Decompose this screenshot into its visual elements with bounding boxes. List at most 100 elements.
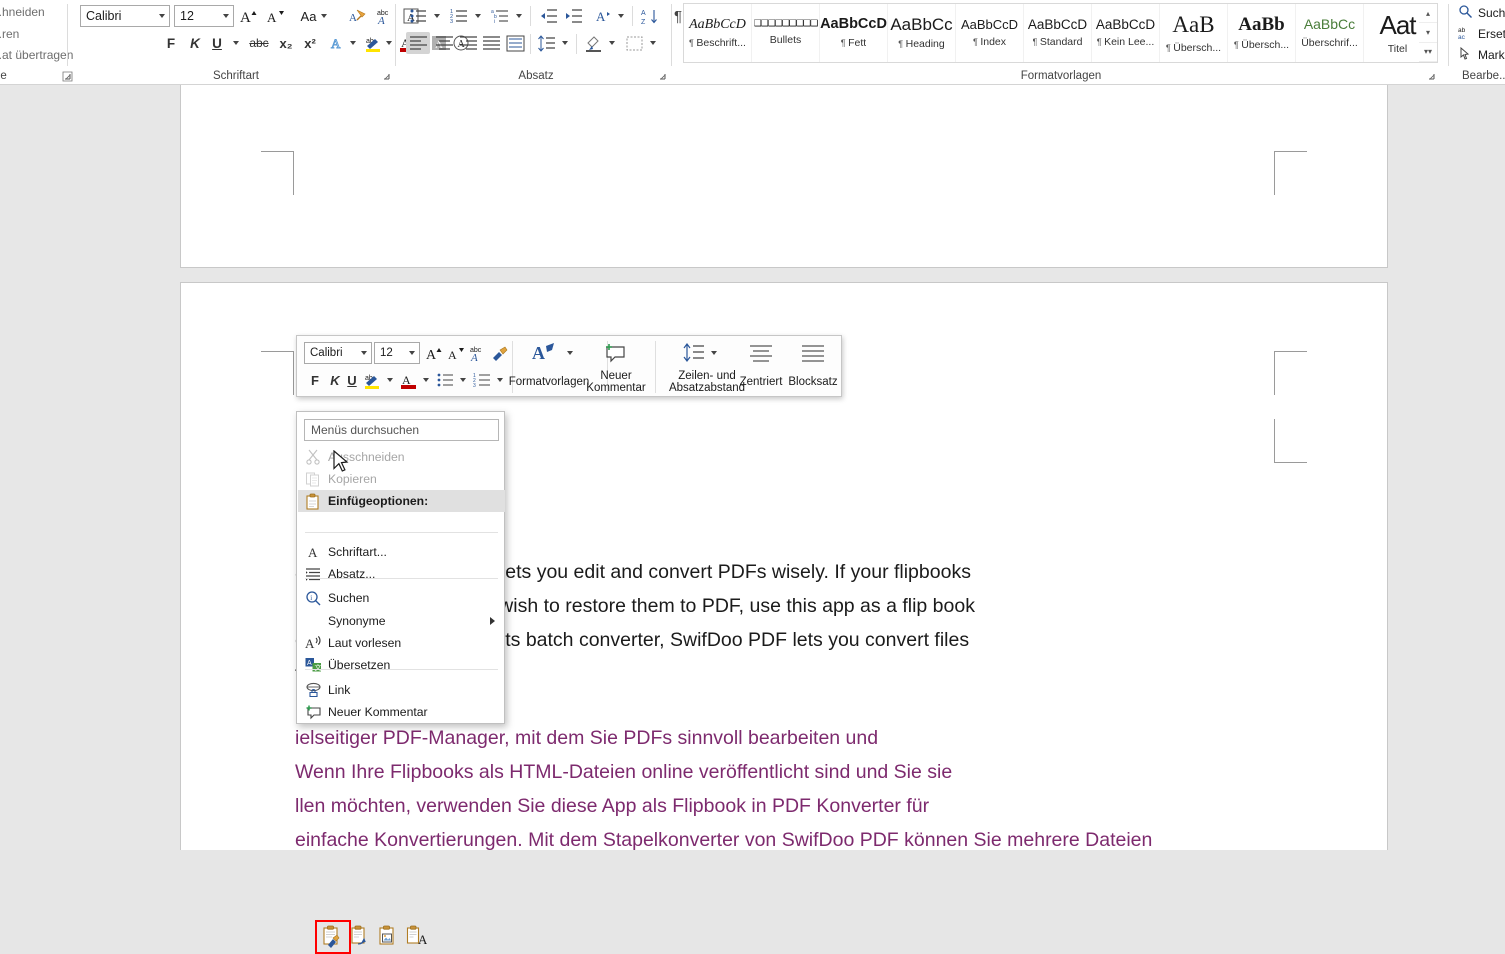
text-highlight-button[interactable]: ab [362, 32, 384, 54]
paste-keep-formatting-icon[interactable] [318, 922, 346, 952]
mini-formatting-toolbar[interactable]: Calibri 12 A A abc A F K U ab A 123 A Fo… [296, 335, 842, 397]
context-menu-item[interactable]: Einfügeoptionen: [298, 490, 505, 512]
shading-button[interactable] [581, 32, 605, 54]
distribute-button[interactable] [503, 32, 527, 54]
font-name-combo[interactable]: Calibri [80, 5, 170, 27]
document-canvas[interactable]: atile PDF manager that lets you edit and… [0, 85, 1505, 850]
mini-underline-button[interactable]: U [343, 369, 361, 391]
grow-font-button[interactable]: A [238, 4, 262, 28]
read-aloud-icon: A [298, 635, 328, 651]
context-menu-item[interactable]: Neuer Kommentar [298, 701, 505, 723]
mini-grow-font-button[interactable]: A [424, 341, 446, 365]
chevron-down-icon [475, 14, 481, 18]
context-menu-item[interactable]: i Suchen [298, 587, 505, 609]
increase-indent-button[interactable] [561, 4, 585, 28]
mini-highlight-button[interactable]: ab [361, 369, 383, 391]
spelling-a-button[interactable]: abc A [373, 4, 397, 28]
bold-button[interactable]: F [160, 32, 182, 54]
decrease-indent-button[interactable] [536, 4, 560, 28]
mini-format-painter-button[interactable] [488, 341, 510, 365]
mini-new-comment-button[interactable] [600, 340, 632, 366]
context-menu-item[interactable]: A文Übersetzen [298, 654, 505, 676]
borders-dropdown[interactable] [646, 32, 660, 54]
mini-spelling-button[interactable]: abc A [466, 341, 488, 365]
mini-highlight-dropdown[interactable] [383, 369, 396, 391]
mini-line-spacing-button[interactable] [679, 340, 709, 366]
find-button[interactable]: Suche... [1458, 4, 1505, 22]
text-effects-dropdown[interactable] [346, 32, 360, 54]
multilevel-list-button[interactable]: abi [488, 4, 512, 28]
change-case-label: Aa [300, 8, 317, 24]
bullet-list-dropdown[interactable] [430, 4, 444, 28]
font-size-combo[interactable]: 12 [174, 5, 234, 27]
replace-icon: ab ac [1458, 25, 1473, 43]
replace-button[interactable]: abac Ersetze... [1458, 25, 1505, 43]
styles-dialog-launcher[interactable] [1426, 71, 1437, 82]
align-right-button[interactable] [456, 32, 480, 54]
mini-font-name-combo[interactable]: Calibri [304, 342, 372, 364]
context-menu-item[interactable]: A Laut vorlesen [298, 632, 505, 654]
context-menu-item[interactable]: A Schriftart... [298, 541, 505, 563]
highlight-dropdown[interactable] [382, 32, 396, 54]
paste-merge-formatting-icon[interactable] [346, 922, 374, 952]
mini-italic-button[interactable]: K [326, 369, 344, 391]
rtl-dropdown[interactable] [614, 4, 628, 28]
mini-line-spacing-dropdown[interactable] [707, 344, 720, 362]
mini-font-color-button[interactable]: A [397, 369, 419, 391]
document-paragraph-german[interactable]: ielseitiger PDF-Manager, mit dem Sie PDF… [295, 721, 1305, 850]
justify-button[interactable] [479, 32, 503, 54]
numbered-list-button[interactable]: 123 [447, 4, 471, 28]
document-page-1[interactable] [181, 85, 1387, 267]
chevron-down-icon [321, 14, 328, 18]
copy-label[interactable]: ...ren [0, 27, 19, 41]
clear-formatting-button[interactable]: A [347, 4, 371, 28]
format-painter-label[interactable]: ...at übertragen [0, 48, 73, 62]
context-menu-item[interactable]: Absatz... [298, 563, 505, 585]
cut-label[interactable]: ...hneiden [0, 5, 45, 19]
select-button[interactable]: Marki... [1458, 46, 1505, 64]
multilevel-list-dropdown[interactable] [512, 4, 526, 28]
mini-bullet-list-button[interactable] [434, 369, 456, 391]
superscript-button[interactable]: x² [298, 32, 322, 54]
mini-font-size-combo[interactable]: 12 [374, 342, 420, 364]
mini-styles-button[interactable]: A [525, 340, 565, 366]
shading-dropdown[interactable] [605, 32, 619, 54]
shrink-font-button[interactable]: A [264, 4, 288, 28]
mini-font-color-dropdown[interactable] [419, 369, 432, 391]
underline-dropdown[interactable] [228, 32, 244, 54]
mini-styles-dropdown[interactable] [563, 344, 576, 362]
align-center-button[interactable] [432, 32, 456, 54]
italic-button[interactable]: K [184, 32, 206, 54]
editing-group-label: Bearbe... [1462, 70, 1505, 82]
underline-button[interactable]: U [207, 32, 227, 54]
numbered-list-dropdown[interactable] [471, 4, 485, 28]
rtl-ltr-button[interactable]: A [590, 4, 614, 28]
paste-picture-icon[interactable] [374, 922, 402, 952]
clipboard-dialog-launcher[interactable] [62, 71, 73, 82]
context-menu-item[interactable]: Link [298, 679, 505, 701]
change-case-button[interactable]: Aa [294, 4, 334, 28]
mini-center-button[interactable] [747, 341, 775, 365]
mini-shrink-font-button[interactable]: A [445, 341, 467, 365]
line-spacing-dropdown[interactable] [558, 32, 572, 54]
subscript-button[interactable]: x₂ [274, 32, 298, 54]
mini-numbered-list-button[interactable]: 123 [471, 369, 493, 391]
context-menu-item[interactable]: Synonyme [298, 610, 505, 632]
mini-bullet-dropdown[interactable] [456, 369, 469, 391]
align-left-button[interactable] [406, 32, 430, 54]
font-dialog-launcher[interactable] [381, 71, 392, 82]
sort-button[interactable]: AZ [637, 4, 661, 28]
context-menu[interactable]: Menüs durchsuchen Ausschneiden Kopieren Ei… [296, 411, 505, 954]
line-spacing-button[interactable] [534, 32, 558, 54]
bullet-list-button[interactable] [406, 4, 430, 28]
paste-options-row[interactable]: A [298, 920, 505, 954]
mini-justify-button[interactable] [799, 341, 827, 365]
text-effects-button[interactable]: A [326, 32, 348, 54]
paragraph-dialog-launcher[interactable] [657, 71, 668, 82]
mini-bold-button[interactable]: F [305, 369, 325, 391]
font-name-value: Calibri [86, 9, 122, 23]
paste-text-only-icon[interactable]: A [402, 922, 430, 952]
menu-search-input[interactable]: Menüs durchsuchen [304, 419, 499, 441]
borders-button[interactable] [622, 32, 646, 54]
strikethrough-button[interactable]: abc [246, 32, 272, 54]
